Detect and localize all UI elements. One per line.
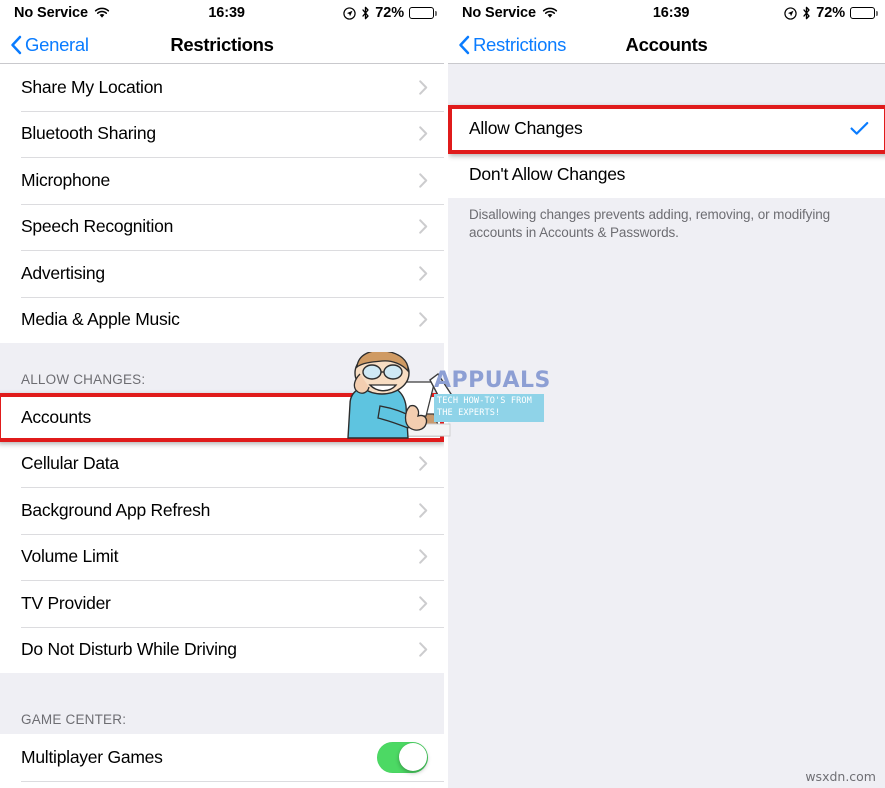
accounts-table-view[interactable]: Allow Changes Don't Allow Changes Disall… xyxy=(448,64,885,788)
toggle-knob xyxy=(398,743,427,772)
carrier-label: No Service xyxy=(14,5,88,21)
status-bar-left-cluster: No Service xyxy=(462,5,558,21)
list-item-accounts[interactable]: Accounts xyxy=(0,394,444,441)
list-item[interactable]: Do Not Disturb While Driving xyxy=(0,626,444,673)
chevron-right-icon xyxy=(419,312,428,327)
row-label: Bluetooth Sharing xyxy=(21,123,156,144)
row-label: Volume Limit xyxy=(21,546,119,567)
list-item-partial[interactable] xyxy=(0,780,444,788)
status-bar-left-cluster: No Service xyxy=(14,5,110,21)
section-footer-description: Disallowing changes prevents adding, rem… xyxy=(448,198,885,242)
list-item[interactable]: Cellular Data xyxy=(0,440,444,487)
chevron-right-icon xyxy=(419,126,428,141)
restrictions-table-view[interactable]: Share My Location Bluetooth Sharing Micr… xyxy=(0,64,444,788)
location-services-icon xyxy=(343,6,356,20)
row-label: Accounts xyxy=(21,406,91,427)
toggle-multiplayer-games[interactable] xyxy=(377,741,428,773)
chevron-right-icon xyxy=(419,503,428,518)
row-label: Allow Changes xyxy=(469,117,583,138)
section-header-allow-changes: ALLOW CHANGES: xyxy=(0,343,444,394)
back-button-restrictions[interactable]: Restrictions xyxy=(458,34,566,56)
row-label: Do Not Disturb While Driving xyxy=(21,639,237,660)
list-item[interactable]: Background App Refresh xyxy=(0,487,444,534)
status-bar-left: No Service 16:39 72% xyxy=(0,0,444,26)
top-spacer xyxy=(448,64,885,105)
battery-percent-label: 72% xyxy=(816,5,845,21)
list-item[interactable]: Speech Recognition xyxy=(0,203,444,250)
allow-changes-group: Accounts Cellular Data Background App Re… xyxy=(0,394,444,673)
row-label: Don't Allow Changes xyxy=(469,164,626,185)
list-item[interactable]: Bluetooth Sharing xyxy=(0,110,444,157)
list-item[interactable]: Advertising xyxy=(0,250,444,297)
bluetooth-icon xyxy=(802,6,811,20)
site-watermark: wsxdn.com xyxy=(805,769,876,784)
wifi-icon xyxy=(94,7,110,19)
chevron-right-icon xyxy=(419,596,428,611)
allow-changes-section-header-container: ALLOW CHANGES: xyxy=(0,343,444,394)
accounts-options-group: Allow Changes Don't Allow Changes xyxy=(448,105,885,198)
row-label: Media & Apple Music xyxy=(21,309,180,330)
game-center-section-header-container: GAME CENTER: xyxy=(0,673,444,734)
right-phone-screen: No Service 16:39 72% Restrictions Accoun… xyxy=(448,0,885,788)
chevron-left-icon xyxy=(10,35,22,55)
chevron-right-icon xyxy=(419,219,428,234)
checkmark-icon xyxy=(850,121,869,136)
battery-percent-label: 72% xyxy=(375,5,404,21)
row-label: Background App Refresh xyxy=(21,499,211,520)
row-label: Speech Recognition xyxy=(21,216,174,237)
chevron-right-icon xyxy=(419,642,428,657)
battery-icon xyxy=(850,7,878,19)
chevron-right-icon xyxy=(419,549,428,564)
nav-bar-left: General Restrictions xyxy=(0,26,444,63)
list-item[interactable]: Volume Limit xyxy=(0,533,444,580)
back-button-label: General xyxy=(25,33,89,55)
chevron-right-icon xyxy=(419,456,428,471)
battery-icon xyxy=(409,7,437,19)
list-item[interactable]: TV Provider xyxy=(0,580,444,627)
option-allow-changes[interactable]: Allow Changes xyxy=(448,105,885,152)
left-phone-screen: No Service 16:39 72% General Restriction… xyxy=(0,0,444,788)
chevron-right-icon xyxy=(419,80,428,95)
chevron-right-icon xyxy=(419,266,428,281)
nav-bar-right: Restrictions Accounts xyxy=(448,26,885,63)
list-item[interactable]: Microphone xyxy=(0,157,444,204)
two-phone-screenshot-comparison: No Service 16:39 72% General Restriction… xyxy=(0,0,885,788)
row-label: Cellular Data xyxy=(21,453,119,474)
game-center-group: Multiplayer Games xyxy=(0,734,444,788)
option-dont-allow-changes[interactable]: Don't Allow Changes xyxy=(448,151,885,198)
chevron-right-icon xyxy=(419,173,428,188)
list-item[interactable]: Share My Location xyxy=(0,64,444,111)
row-label: Microphone xyxy=(21,169,110,190)
status-bar-right: No Service 16:39 72% xyxy=(448,0,885,26)
bluetooth-icon xyxy=(361,6,370,20)
row-label: Multiplayer Games xyxy=(21,746,163,767)
back-button-label: Restrictions xyxy=(473,33,567,55)
location-services-icon xyxy=(784,6,797,20)
clock-label: 16:39 xyxy=(652,5,690,21)
row-label: TV Provider xyxy=(21,592,111,613)
status-bar-right-cluster: 72% xyxy=(784,5,878,21)
list-item[interactable]: Media & Apple Music xyxy=(0,296,444,343)
row-label: Advertising xyxy=(21,262,105,283)
back-button-general[interactable]: General xyxy=(10,34,89,56)
carrier-label: No Service xyxy=(462,5,536,21)
list-item-multiplayer-games[interactable]: Multiplayer Games xyxy=(0,734,444,781)
privacy-group: Share My Location Bluetooth Sharing Micr… xyxy=(0,64,444,343)
row-label: Share My Location xyxy=(21,76,163,97)
chevron-left-icon xyxy=(458,35,470,55)
clock-label: 16:39 xyxy=(208,5,245,21)
wifi-icon xyxy=(542,7,558,19)
status-bar-right-cluster: 72% xyxy=(343,5,437,21)
section-header-game-center: GAME CENTER: xyxy=(0,673,444,734)
